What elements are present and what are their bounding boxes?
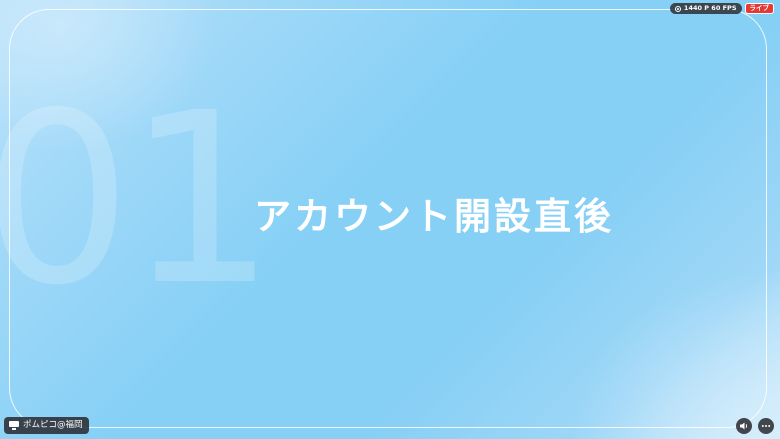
- more-icon: [761, 425, 771, 427]
- stream-status-bar: 1440 P 60 FPS ライブ: [669, 3, 774, 14]
- more-options-button[interactable]: [758, 418, 774, 434]
- stream-view: 01 アカウント開設直後 1440 P 60 FPS ライブ ポムピコ@福岡: [0, 0, 780, 439]
- screen-share-icon: [9, 421, 19, 430]
- quality-icon: [674, 5, 681, 12]
- quality-label: 1440 P 60 FPS: [683, 4, 737, 12]
- volume-button[interactable]: [736, 418, 752, 434]
- volume-icon: [740, 422, 748, 430]
- channel-name: ポムピコ@福岡: [23, 420, 83, 430]
- slide-title: アカウント開設直後: [254, 195, 614, 238]
- channel-chip[interactable]: ポムピコ@福岡: [4, 417, 89, 434]
- section-number: 01: [0, 62, 276, 337]
- quality-badge[interactable]: 1440 P 60 FPS: [669, 3, 742, 14]
- live-badge: ライブ: [744, 3, 774, 14]
